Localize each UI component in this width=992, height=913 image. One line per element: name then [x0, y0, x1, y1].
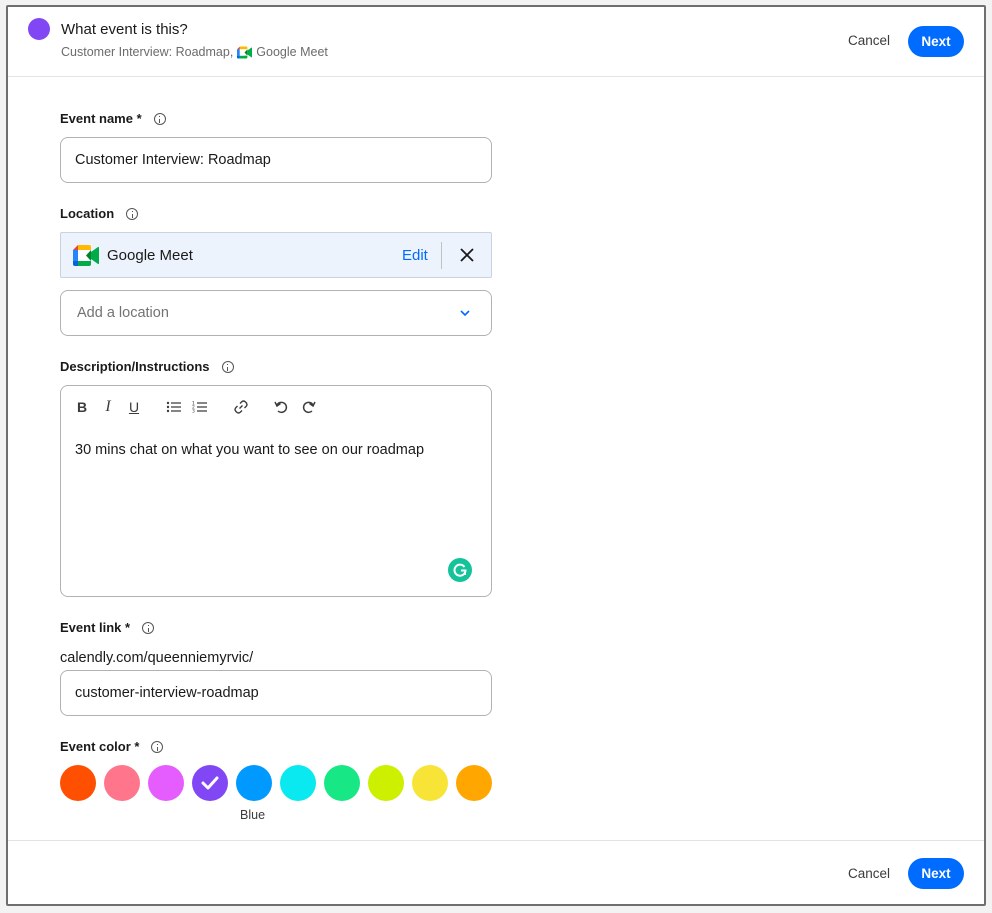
panel-header: What event is this? Customer Interview: …: [8, 7, 984, 77]
undo-icon[interactable]: [272, 398, 290, 416]
event-name-label: Event name *: [60, 111, 166, 126]
color-swatch[interactable]: [324, 765, 360, 801]
info-icon[interactable]: [153, 112, 166, 125]
event-color-label: Event color *: [60, 739, 164, 754]
event-name-input[interactable]: Customer Interview: Roadmap: [60, 137, 492, 183]
event-link-prefix: calendly.com/queenniemyrvic/: [60, 650, 254, 666]
color-swatch[interactable]: [368, 765, 404, 801]
bold-icon[interactable]: B: [73, 398, 91, 416]
divider: [441, 242, 442, 269]
event-color-picker: [60, 765, 500, 805]
color-swatch[interactable]: [60, 765, 96, 801]
description-editor[interactable]: B I U 1 2 3 30 mins chat on what you wan…: [60, 385, 492, 597]
location-chip-google-meet: Google Meet Edit: [60, 232, 492, 278]
event-link-input[interactable]: customer-interview-roadmap: [60, 670, 492, 716]
location-label: Location: [60, 206, 139, 221]
italic-icon[interactable]: I: [99, 398, 117, 416]
underline-icon[interactable]: U: [125, 398, 143, 416]
event-link-label: Event link *: [60, 620, 155, 635]
close-icon[interactable]: [459, 247, 475, 263]
header-next-button[interactable]: Next: [908, 26, 964, 57]
panel-footer: Cancel Next: [8, 840, 984, 904]
header-title: What event is this?: [61, 21, 188, 38]
numbered-list-icon[interactable]: 1 2 3: [191, 398, 209, 416]
color-swatch[interactable]: [148, 765, 184, 801]
description-text: 30 mins chat on what you want to see on …: [75, 442, 425, 458]
checkmark-icon: [201, 776, 219, 790]
header-subtitle: Customer Interview: Roadmap, Google Meet: [61, 45, 328, 59]
color-swatch[interactable]: [104, 765, 140, 801]
description-label: Description/Instructions: [60, 359, 234, 374]
google-meet-icon: [237, 45, 253, 59]
color-swatch[interactable]: [280, 765, 316, 801]
info-icon[interactable]: [126, 207, 139, 220]
color-swatch[interactable]: [412, 765, 448, 801]
location-name: Google Meet: [107, 247, 193, 264]
google-meet-icon: [73, 245, 99, 266]
footer-next-button[interactable]: Next: [908, 858, 964, 889]
color-swatch[interactable]: [236, 765, 272, 801]
grammarly-icon[interactable]: [448, 558, 472, 582]
chevron-down-icon: [460, 310, 470, 317]
redo-icon[interactable]: [300, 398, 318, 416]
info-icon[interactable]: [151, 740, 164, 753]
add-location-placeholder: Add a location: [77, 305, 169, 321]
bullet-list-icon[interactable]: [165, 398, 183, 416]
color-swatch[interactable]: [192, 765, 228, 801]
color-swatch[interactable]: [456, 765, 492, 801]
location-edit-link[interactable]: Edit: [402, 247, 428, 264]
header-subtitle-location: Google Meet: [256, 45, 328, 59]
event-color-dot: [28, 18, 50, 40]
event-setup-panel: What event is this? Customer Interview: …: [6, 5, 986, 906]
add-location-select[interactable]: Add a location: [60, 290, 492, 336]
svg-text:3: 3: [192, 409, 195, 415]
header-cancel-button[interactable]: Cancel: [848, 33, 890, 48]
link-icon[interactable]: [232, 398, 250, 416]
color-hover-label: Blue: [240, 808, 266, 822]
info-icon[interactable]: [142, 621, 155, 634]
header-subtitle-event: Customer Interview: Roadmap,: [61, 45, 234, 59]
footer-cancel-button[interactable]: Cancel: [848, 866, 890, 881]
info-icon[interactable]: [221, 360, 234, 373]
